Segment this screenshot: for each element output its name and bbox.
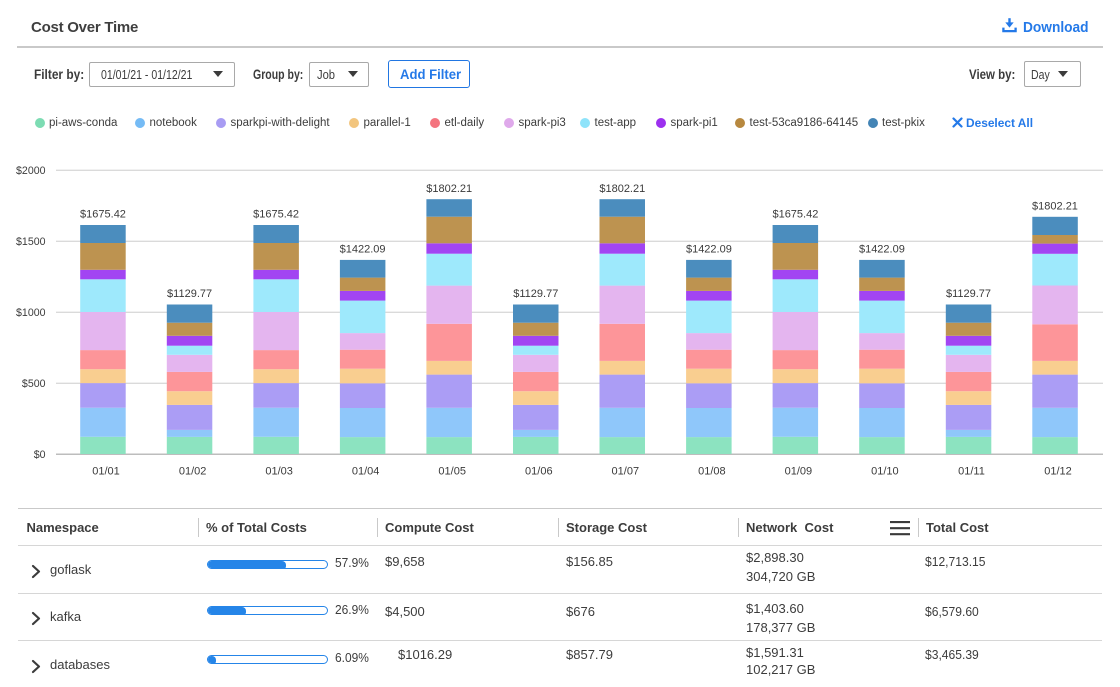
svg-text:$500: $500	[22, 378, 46, 390]
svg-text:$1675.42: $1675.42	[772, 209, 818, 221]
svg-text:$1129.77: $1129.77	[946, 288, 991, 300]
svg-text:$1422.09: $1422.09	[340, 244, 386, 256]
svg-text:$1675.42: $1675.42	[80, 209, 126, 221]
svg-text:$0: $0	[34, 449, 46, 461]
svg-text:01/02: 01/02	[179, 466, 207, 478]
svg-text:$1129.77: $1129.77	[167, 288, 212, 300]
svg-text:01/01: 01/01	[92, 466, 120, 478]
svg-text:$1422.09: $1422.09	[859, 244, 905, 256]
svg-text:$1802.21: $1802.21	[426, 183, 472, 195]
svg-text:01/06: 01/06	[525, 466, 553, 478]
svg-text:01/12: 01/12	[1044, 466, 1072, 478]
svg-text:01/05: 01/05	[438, 466, 466, 478]
svg-text:01/03: 01/03	[265, 466, 293, 478]
svg-text:01/10: 01/10	[871, 466, 899, 478]
svg-text:01/11: 01/11	[958, 466, 985, 478]
svg-text:01/04: 01/04	[352, 466, 380, 478]
svg-text:01/08: 01/08	[698, 466, 726, 478]
svg-text:$1129.77: $1129.77	[513, 288, 558, 300]
svg-text:$2000: $2000	[16, 165, 46, 177]
svg-text:01/09: 01/09	[785, 466, 813, 478]
svg-text:$1802.21: $1802.21	[599, 183, 645, 195]
svg-text:$1422.09: $1422.09	[686, 244, 732, 256]
svg-text:$1675.42: $1675.42	[253, 209, 299, 221]
svg-text:$1802.21: $1802.21	[1032, 201, 1078, 213]
svg-text:01/07: 01/07	[612, 466, 640, 478]
svg-text:$1000: $1000	[16, 307, 46, 319]
svg-text:$1500: $1500	[16, 236, 46, 248]
